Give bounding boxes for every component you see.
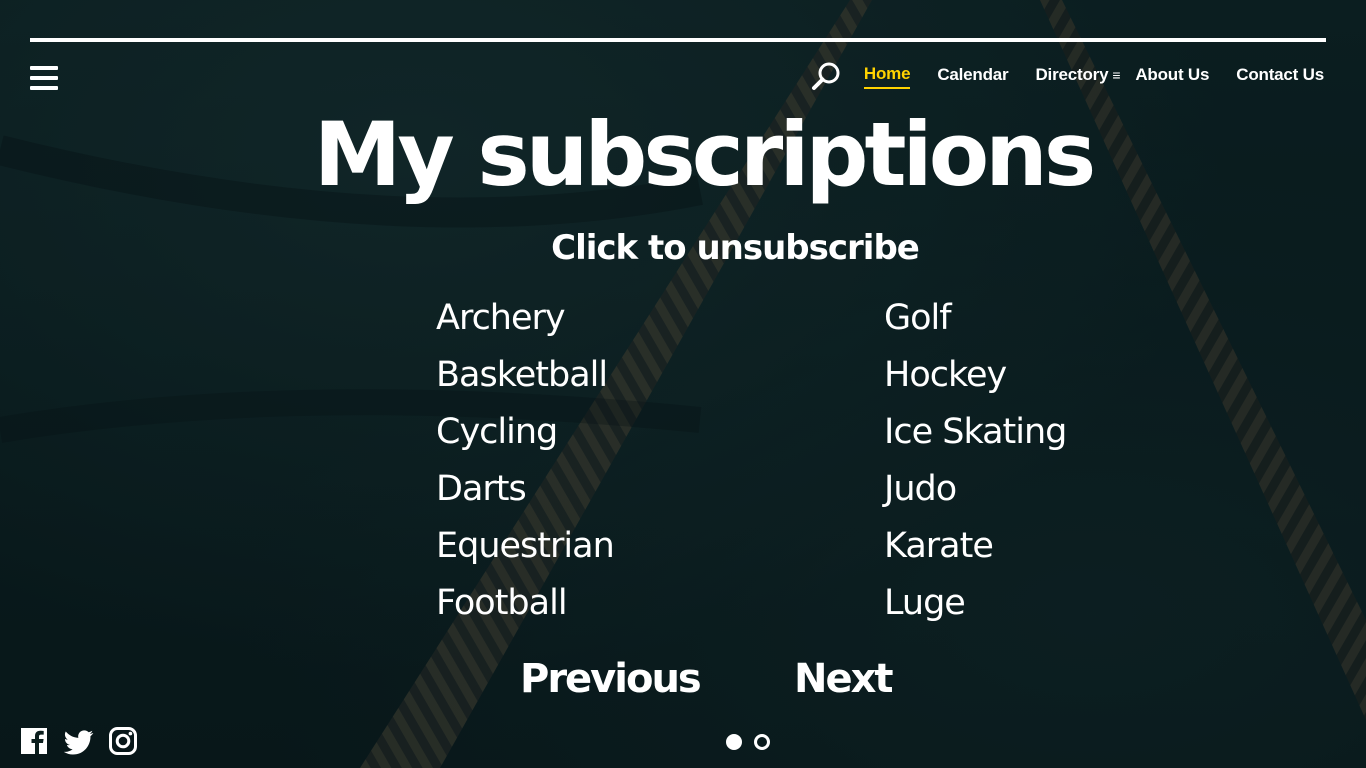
nav-contact-us[interactable]: Contact Us bbox=[1236, 65, 1324, 88]
top-divider bbox=[30, 38, 1326, 42]
main-nav: Home Calendar Directory ≡ About Us Contac… bbox=[810, 62, 1324, 90]
nav-home[interactable]: Home bbox=[863, 64, 911, 89]
subscription-item[interactable]: Luge bbox=[884, 581, 1066, 638]
social-links bbox=[20, 726, 138, 756]
next-button[interactable]: Next bbox=[794, 656, 894, 702]
hamburger-menu-icon[interactable] bbox=[30, 66, 58, 92]
page-indicator bbox=[726, 734, 770, 750]
subscriptions-list-left: Archery Basketball Cycling Darts Equestr… bbox=[436, 296, 615, 638]
page-title: My subscriptions bbox=[313, 103, 1096, 206]
nav-calendar[interactable]: Calendar bbox=[937, 65, 1008, 88]
subscription-item[interactable]: Ice Skating bbox=[884, 410, 1067, 467]
twitter-icon[interactable] bbox=[64, 726, 94, 756]
previous-button[interactable]: Previous bbox=[520, 656, 702, 702]
subscription-item[interactable]: Archery bbox=[436, 296, 614, 353]
subscription-item[interactable]: Karate bbox=[884, 524, 1066, 581]
subscription-item[interactable]: Cycling bbox=[436, 410, 614, 467]
page-subtitle: Click to unsubscribe bbox=[551, 228, 920, 268]
nav-about-us[interactable]: About Us bbox=[1135, 65, 1209, 88]
search-icon[interactable] bbox=[810, 60, 842, 92]
subscription-item[interactable]: Football bbox=[436, 581, 614, 638]
page-dot-1[interactable] bbox=[726, 734, 742, 750]
nav-directory-label: Directory bbox=[1035, 64, 1109, 84]
page-dot-2[interactable] bbox=[754, 734, 770, 750]
subscription-item[interactable]: Golf bbox=[884, 296, 1066, 353]
nav-directory[interactable]: Directory ≡ bbox=[1035, 64, 1120, 88]
menu-lines-icon: ≡ bbox=[1112, 66, 1121, 83]
subscription-item[interactable]: Equestrian bbox=[436, 524, 615, 581]
subscription-item[interactable]: Judo bbox=[884, 467, 1066, 524]
facebook-icon[interactable] bbox=[20, 726, 50, 756]
subscription-item[interactable]: Hockey bbox=[884, 353, 1066, 410]
subscriptions-list-right: Golf Hockey Ice Skating Judo Karate Luge bbox=[884, 296, 1067, 638]
subscription-item[interactable]: Basketball bbox=[436, 353, 614, 410]
instagram-icon[interactable] bbox=[108, 726, 138, 756]
subscription-item[interactable]: Darts bbox=[436, 467, 614, 524]
